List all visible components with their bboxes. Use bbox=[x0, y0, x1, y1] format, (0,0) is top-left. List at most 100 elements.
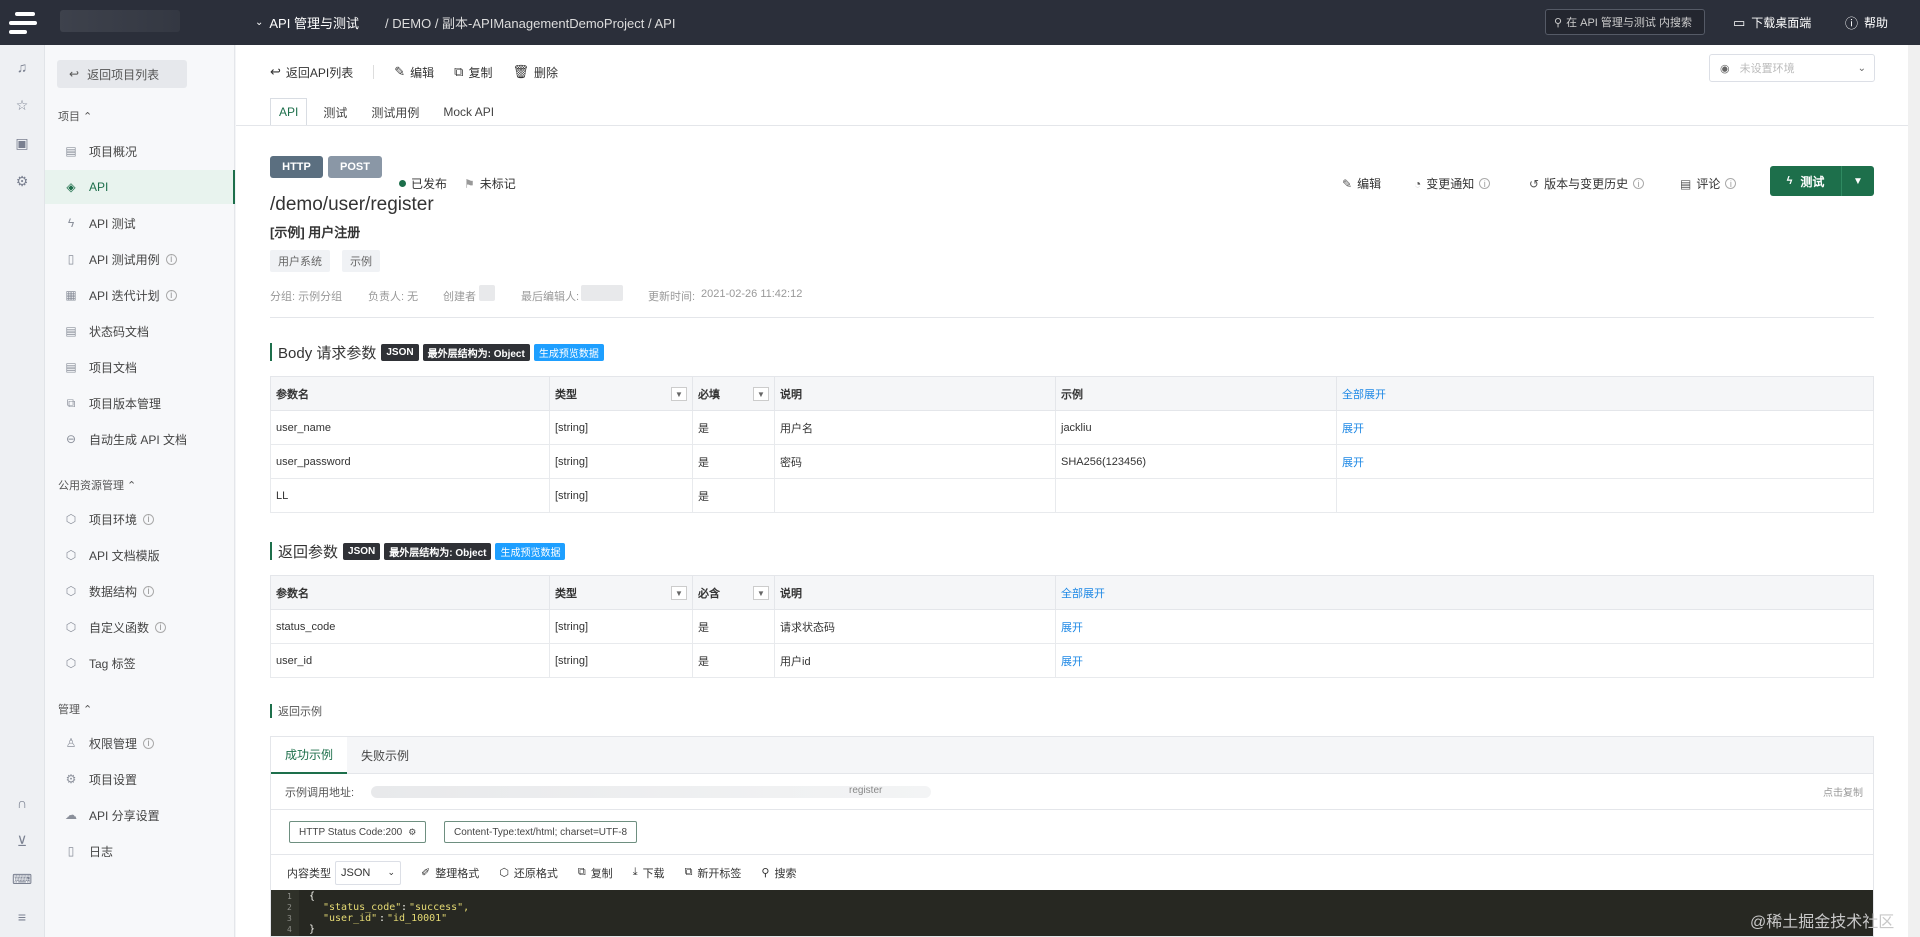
module-dropdown[interactable]: ⌄ API 管理与测试 bbox=[255, 0, 359, 45]
new-tab-button[interactable]: ⧉ 新开标签 bbox=[685, 865, 742, 881]
scrollbar[interactable] bbox=[1908, 45, 1920, 937]
sidebar-item-test-cases[interactable]: ▯ API 测试用例 i bbox=[45, 242, 235, 276]
expand-all-label[interactable]: 全部展开 bbox=[1061, 588, 1105, 600]
sidebar-item-share[interactable]: ☁ API 分享设置 bbox=[45, 798, 235, 832]
environment-select[interactable]: ◉ 未设置环境 ⌄ bbox=[1709, 54, 1875, 82]
download-button[interactable]: ⤓ 下载 bbox=[633, 865, 665, 881]
copy-button[interactable]: ⧉ 复制 bbox=[454, 64, 492, 81]
edit-button[interactable]: ✎ 编辑 bbox=[394, 64, 434, 81]
back-to-api-list-button[interactable]: ↩ 返回API列表 bbox=[270, 64, 353, 81]
expand-link[interactable]: 展开 bbox=[1061, 656, 1083, 668]
inbox-icon[interactable]: ⊻ bbox=[12, 831, 32, 851]
help-button[interactable]: ⓘ 帮助 bbox=[1845, 0, 1888, 45]
info-icon[interactable]: i bbox=[165, 289, 177, 301]
search-code-button[interactable]: ⚲ 搜索 bbox=[761, 865, 796, 881]
bell-icon[interactable]: ♫ bbox=[12, 57, 32, 77]
sidebar-item-tags[interactable]: ⬡ Tag 标签 bbox=[45, 646, 235, 680]
sidebar-item-project-doc[interactable]: ▤ 项目文档 bbox=[45, 350, 235, 384]
filter-icon[interactable]: ▼ bbox=[671, 586, 687, 600]
copy-url-link[interactable]: 点击复制 bbox=[1823, 784, 1863, 799]
shirt-icon[interactable]: ▣ bbox=[12, 133, 32, 153]
sidebar-item-log[interactable]: ▯ 日志 bbox=[45, 834, 235, 868]
generate-preview-button[interactable]: 生成预览数据 bbox=[533, 343, 604, 361]
bolt-icon: ϟ bbox=[67, 216, 75, 230]
delete-button[interactable]: 🗑 删除 bbox=[512, 64, 558, 81]
tab-api[interactable]: API bbox=[270, 98, 308, 126]
expand-all-label[interactable]: 全部展开 bbox=[1342, 389, 1386, 401]
section-public-title[interactable]: 公用资源管理 ⌃ bbox=[58, 477, 136, 493]
generate-preview-button[interactable]: 生成预览数据 bbox=[495, 542, 566, 560]
api-toolbar: ↩ 返回API列表 ✎ 编辑 ⧉ 复制 🗑 删除 bbox=[270, 60, 578, 84]
download-desktop-button[interactable]: ▭ 下载桌面端 bbox=[1733, 0, 1811, 45]
format-button[interactable]: ✐ 整理格式 bbox=[421, 865, 479, 881]
test-button-main[interactable]: ϟ 测试 bbox=[1770, 166, 1842, 196]
sidebar-item-settings[interactable]: ⚙ 项目设置 bbox=[45, 762, 235, 796]
status-published[interactable]: 已发布 bbox=[399, 175, 447, 192]
sidebar-item-autogen[interactable]: ⊖ 自动生成 API 文档 bbox=[45, 422, 235, 456]
info-icon[interactable]: i bbox=[143, 737, 155, 749]
back-to-projects-button[interactable]: ↩ 返回项目列表 bbox=[57, 60, 187, 88]
sidebar-item-iteration[interactable]: ▦ API 迭代计划 i bbox=[45, 278, 235, 312]
restore-button[interactable]: ⬡ 还原格式 bbox=[499, 865, 558, 881]
mark-toggle[interactable]: ⚑ 未标记 bbox=[464, 175, 516, 192]
cell-desc bbox=[774, 478, 1056, 513]
http-status-chip[interactable]: HTTP Status Code:200 ⚙ bbox=[289, 821, 427, 843]
sidebar-item-data-struct[interactable]: ⬡ 数据结构 i bbox=[45, 574, 235, 608]
cube-icon: ⬡ bbox=[65, 584, 77, 598]
tab-failure-example[interactable]: 失败示例 bbox=[347, 737, 423, 774]
content-type-chip[interactable]: Content-Type:text/html; charset=UTF-8 bbox=[444, 821, 638, 843]
logo[interactable] bbox=[0, 0, 45, 45]
menu-icon[interactable]: ≡ bbox=[12, 907, 32, 927]
sidebar-item-functions[interactable]: ⬡ 自定义函数 i bbox=[45, 610, 235, 644]
sidebar-item-api-test[interactable]: ϟ API 测试 bbox=[45, 206, 235, 240]
sidebar-item-env[interactable]: ⬡ 项目环境 i bbox=[45, 502, 235, 536]
sidebar-item-label: 项目文档 bbox=[89, 360, 138, 375]
cell-type: [string] bbox=[549, 643, 693, 678]
info-icon[interactable]: i bbox=[143, 513, 155, 525]
pencil-icon: ✎ bbox=[394, 64, 406, 79]
gear-icon[interactable]: ⚙ bbox=[12, 171, 32, 191]
expand-all-link[interactable]: 全部展开 bbox=[1055, 575, 1874, 610]
test-dropdown-toggle[interactable]: ▼ bbox=[1842, 176, 1874, 187]
code-editor[interactable]: 1 2 3 4 { "status_code" : "success", "us… bbox=[271, 890, 1873, 936]
edit-action[interactable]: ✎ 编辑 bbox=[1342, 175, 1381, 192]
sidebar-item-versions[interactable]: ⧉ 项目版本管理 bbox=[45, 386, 235, 420]
tag-chip[interactable]: 用户系统 bbox=[270, 250, 330, 272]
info-icon[interactable]: i bbox=[143, 585, 155, 597]
headset-icon[interactable]: ∩ bbox=[12, 793, 32, 813]
tab-test[interactable]: 测试 bbox=[315, 98, 355, 126]
breadcrumb[interactable]: / DEMO / 副本-APIManagementDemoProject / A… bbox=[385, 0, 675, 45]
expand-link[interactable]: 展开 bbox=[1061, 622, 1083, 634]
sidebar-item-overview[interactable]: ▤ 项目概况 bbox=[45, 134, 235, 168]
filter-icon[interactable]: ▼ bbox=[671, 387, 687, 401]
expand-link[interactable]: 展开 bbox=[1342, 457, 1364, 469]
version-history-action[interactable]: ↺ 版本与变更历史 i bbox=[1529, 175, 1645, 192]
tab-success-example[interactable]: 成功示例 bbox=[271, 737, 348, 774]
format-label: 整理格式 bbox=[435, 867, 480, 880]
change-notify-action[interactable]: ◔ 变更通知 i bbox=[1414, 175, 1491, 192]
filter-icon[interactable]: ▼ bbox=[753, 387, 769, 401]
test-button[interactable]: ϟ 测试 ▼ bbox=[1770, 166, 1874, 196]
sidebar-item-permissions[interactable]: ♙ 权限管理 i bbox=[45, 726, 235, 760]
tag-chip[interactable]: 示例 bbox=[342, 250, 380, 272]
filter-icon[interactable]: ▼ bbox=[753, 586, 769, 600]
tab-mock-api[interactable]: Mock API bbox=[435, 98, 502, 126]
outer-structure-badge: 最外层结构为: Object bbox=[384, 542, 492, 560]
info-icon[interactable]: i bbox=[165, 253, 177, 265]
section-manage-title[interactable]: 管理 ⌃ bbox=[58, 701, 92, 717]
info-icon[interactable]: i bbox=[155, 621, 167, 633]
comment-action[interactable]: ▤ 评论 i bbox=[1680, 175, 1737, 192]
section-project-title[interactable]: 项目 ⌃ bbox=[58, 108, 92, 124]
expand-link[interactable]: 展开 bbox=[1342, 423, 1364, 435]
sidebar-item-status-doc[interactable]: ▤ 状态码文档 bbox=[45, 314, 235, 348]
global-search-input[interactable]: ⚲ 在 API 管理与测试 内搜索 bbox=[1545, 9, 1705, 35]
keyboard-icon[interactable]: ⌨ bbox=[12, 869, 32, 889]
tab-test-cases[interactable]: 测试用例 bbox=[363, 98, 427, 126]
copy-code-button[interactable]: ⧉ 复制 bbox=[578, 865, 613, 881]
expand-all-link[interactable]: 全部展开 bbox=[1336, 376, 1874, 411]
sidebar-item-api[interactable]: ◈ API bbox=[45, 170, 235, 204]
star-icon[interactable]: ☆ bbox=[12, 95, 32, 115]
section-bar bbox=[270, 704, 272, 718]
sidebar-item-doc-template[interactable]: ⬡ API 文档模版 bbox=[45, 538, 235, 572]
content-type-select[interactable]: JSON ⌄ bbox=[335, 860, 401, 885]
